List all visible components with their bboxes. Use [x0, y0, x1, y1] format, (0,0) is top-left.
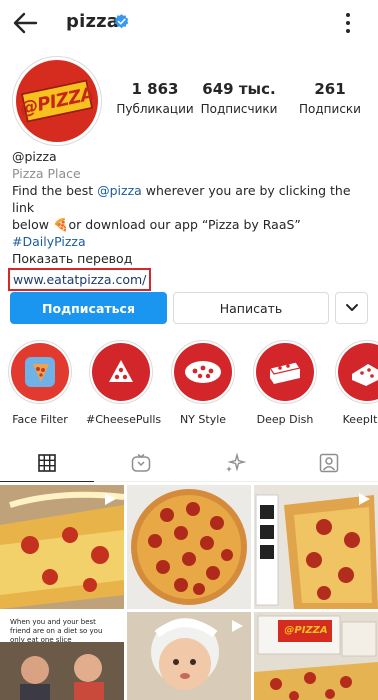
- post-thumbnail[interactable]: [127, 485, 251, 609]
- highlight-label: Deep Dish: [256, 413, 314, 426]
- square-pizza-icon: [352, 364, 378, 386]
- stat-posts[interactable]: 1 863 Публикации: [116, 80, 194, 116]
- post-thumbnail[interactable]: @PIZZA: [254, 612, 378, 700]
- grid-icon: [38, 453, 56, 472]
- highlight-item[interactable]: KeepItSq: [332, 340, 378, 426]
- highlight-item[interactable]: #CheesePulls: [86, 340, 162, 426]
- stat-followers-count: 649 тыс.: [202, 80, 276, 98]
- pizza-logo: @PIZZA: [18, 79, 96, 123]
- stat-following-count: 261: [314, 80, 346, 98]
- stat-followers[interactable]: 649 тыс. Подписчики: [200, 80, 278, 116]
- highlight-item[interactable]: NY Style: [168, 340, 238, 426]
- top-bar: pizza: [0, 0, 378, 46]
- box-logo-text: @PIZZA: [284, 624, 328, 636]
- bio-line-1: Find the best @pizza wherever you are by…: [12, 182, 372, 216]
- video-icon: [232, 620, 243, 632]
- verified-badge-icon: [114, 14, 129, 29]
- stat-posts-label: Публикации: [116, 102, 194, 116]
- post-image-pepperoni: [127, 485, 251, 609]
- highlight-item[interactable]: Deep Dish: [250, 340, 320, 426]
- bio-hashtag-link[interactable]: #DailyPizza: [12, 233, 372, 250]
- igtv-icon: [131, 453, 151, 472]
- bio-line-2: below 🍕or download our app “Pizza by Raa…: [12, 217, 301, 232]
- bio-category: Pizza Place: [12, 166, 81, 181]
- stat-following[interactable]: 261 Подписки: [290, 80, 370, 116]
- ny-style-pizza-icon: [185, 361, 221, 383]
- highlight-label: Face Filter: [12, 413, 68, 426]
- stat-following-label: Подписки: [299, 102, 361, 116]
- sparkles-icon: [226, 452, 246, 472]
- deep-dish-pizza-icon: [269, 361, 301, 384]
- follow-button[interactable]: Подписаться: [10, 292, 167, 324]
- tab-effects[interactable]: [188, 444, 282, 482]
- tab-posts-grid[interactable]: [0, 444, 94, 482]
- website-link[interactable]: www.eatatpizza.com/: [8, 268, 152, 291]
- highlight-item[interactable]: Face Filter: [5, 340, 75, 426]
- more-options-icon[interactable]: [338, 10, 358, 36]
- bio-mention-link[interactable]: @pizza: [97, 183, 142, 198]
- tab-tagged[interactable]: [282, 444, 376, 482]
- posts-grid: When you and your best friend are on a d…: [0, 485, 378, 700]
- chevron-down-icon: [345, 304, 358, 311]
- highlight-label: KeepItSq: [342, 413, 378, 426]
- bio-text: Find the best: [12, 183, 98, 198]
- stat-followers-label: Подписчики: [200, 102, 278, 116]
- post-image-friends: [0, 642, 124, 700]
- suggested-dropdown-button[interactable]: [335, 292, 368, 324]
- post-thumbnail[interactable]: When you and your best friend are on a d…: [0, 612, 124, 700]
- profile-avatar[interactable]: @PIZZA: [12, 56, 102, 146]
- video-icon: [105, 493, 116, 505]
- highlight-label: #CheesePulls: [86, 413, 162, 426]
- message-button[interactable]: Написать: [173, 292, 329, 324]
- avatar-image: @PIZZA: [16, 60, 98, 142]
- profile-username: pizza: [66, 11, 120, 32]
- highlight-label: NY Style: [179, 413, 227, 426]
- bio-handle: @pizza: [12, 149, 57, 164]
- pizza-slice-icon: [109, 360, 133, 382]
- show-translation-link[interactable]: Показать перевод: [12, 250, 372, 267]
- tagged-user-icon: [319, 453, 339, 473]
- stat-posts-count: 1 863: [131, 80, 179, 98]
- profile-bio: @pizza Pizza Place Find the best @pizza …: [8, 148, 372, 291]
- video-icon: [359, 493, 370, 505]
- back-arrow-icon[interactable]: [10, 8, 40, 38]
- face-filter-icon: [25, 357, 55, 387]
- post-thumbnail[interactable]: [254, 485, 378, 609]
- tab-igtv[interactable]: [94, 444, 188, 482]
- post-thumbnail[interactable]: [127, 612, 251, 700]
- post-thumbnail[interactable]: [0, 485, 124, 609]
- meme-caption: When you and your best friend are on a d…: [10, 618, 103, 644]
- story-highlights: Face Filter #CheesePulls NY Style Deep D…: [0, 340, 378, 430]
- profile-tabs: [0, 444, 378, 482]
